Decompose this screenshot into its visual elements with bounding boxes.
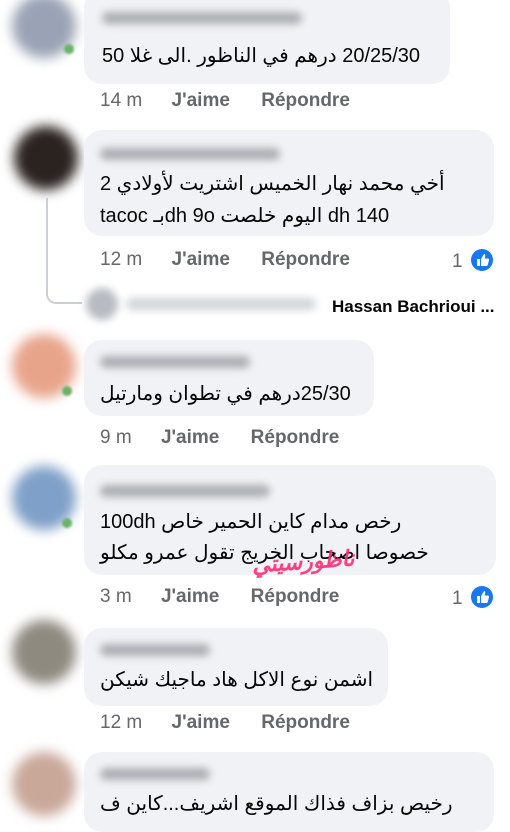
reply-avatar[interactable] bbox=[86, 288, 118, 320]
comment-bubble: رخص مدام كاين الحمير خاص 100dh خصوصا اصح… bbox=[84, 465, 496, 578]
comment-bubble: اشمن نوع الاكل هاد ماجيك شيكن bbox=[84, 628, 388, 706]
online-indicator bbox=[62, 518, 72, 528]
reply-button[interactable]: Répondre bbox=[251, 586, 340, 607]
thread-connector bbox=[46, 284, 82, 304]
comment-text: tacoc بـdh 9o اليوم خلصت dh 140 bbox=[100, 205, 390, 227]
comment-meta: 14 m J'aime Répondre bbox=[100, 90, 350, 112]
avatar[interactable] bbox=[12, 752, 76, 816]
like-button[interactable]: J'aime bbox=[172, 90, 230, 111]
comment-time[interactable]: 12 m bbox=[100, 712, 142, 733]
reply-button[interactable]: Répondre bbox=[251, 427, 340, 448]
reaction-count[interactable]: 1 bbox=[452, 586, 493, 610]
online-indicator bbox=[64, 44, 74, 54]
reaction-count-number: 1 bbox=[452, 588, 463, 609]
comment-time[interactable]: 9 m bbox=[100, 427, 132, 448]
reply-author-blur bbox=[126, 298, 316, 310]
like-button[interactable]: J'aime bbox=[172, 712, 230, 733]
comment-time[interactable]: 12 m bbox=[100, 249, 142, 270]
comment-bubble: رخيص بزاف فذاك الموقع اشريف...كاين ف bbox=[84, 752, 494, 832]
author-name[interactable] bbox=[100, 148, 280, 160]
online-indicator bbox=[62, 386, 72, 396]
avatar[interactable] bbox=[14, 126, 78, 190]
comment-text: أخي محمد نهار الخميس اشتريت لأولادي 2 bbox=[100, 173, 445, 195]
comment-time[interactable]: 14 m bbox=[100, 90, 142, 111]
reaction-count[interactable]: 1 bbox=[452, 249, 493, 273]
like-button[interactable]: J'aime bbox=[172, 249, 230, 270]
author-name[interactable] bbox=[100, 768, 210, 780]
comment-text: 20/25/30 درهم في الناظور .الى غلا 50 bbox=[102, 45, 421, 67]
comment-meta: 12 m J'aime Répondre bbox=[100, 712, 350, 734]
like-button[interactable]: J'aime bbox=[161, 427, 219, 448]
like-thumb-icon bbox=[470, 586, 493, 608]
avatar[interactable] bbox=[12, 620, 76, 684]
reaction-count-number: 1 bbox=[452, 251, 463, 272]
comment-time[interactable]: 3 m bbox=[100, 586, 132, 607]
author-name[interactable] bbox=[100, 356, 250, 368]
reply-button[interactable]: Répondre bbox=[261, 90, 350, 111]
reply-button[interactable]: Répondre bbox=[261, 249, 350, 270]
thread-line bbox=[46, 198, 48, 288]
like-button[interactable]: J'aime bbox=[161, 586, 219, 607]
author-name[interactable] bbox=[100, 644, 210, 656]
comment-meta: 12 m J'aime Répondre bbox=[100, 249, 350, 271]
author-name[interactable] bbox=[100, 485, 270, 497]
comment-meta: 9 m J'aime Répondre bbox=[100, 427, 339, 449]
reply-preview-author[interactable]: Hassan Bachrioui ... bbox=[332, 297, 495, 317]
comment-text: 25/30درهم في تطوان ومارتيل bbox=[100, 383, 351, 405]
comment-text: اشمن نوع الاكل هاد ماجيك شيكن bbox=[100, 669, 374, 691]
author-name[interactable] bbox=[102, 12, 302, 24]
comment-text: رخيص بزاف فذاك الموقع اشريف...كاين ف bbox=[100, 793, 453, 815]
reply-button[interactable]: Répondre bbox=[261, 712, 350, 733]
comment-text: رخص مدام كاين الحمير خاص 100dh bbox=[100, 511, 402, 533]
like-thumb-icon bbox=[470, 249, 493, 271]
comment-meta: 3 m J'aime Répondre bbox=[100, 586, 339, 608]
comment-bubble: 25/30درهم في تطوان ومارتيل bbox=[84, 340, 374, 416]
comment-bubble: أخي محمد نهار الخميس اشتريت لأولادي 2 ta… bbox=[84, 130, 494, 236]
comment-bubble: 20/25/30 درهم في الناظور .الى غلا 50 bbox=[84, 0, 450, 84]
